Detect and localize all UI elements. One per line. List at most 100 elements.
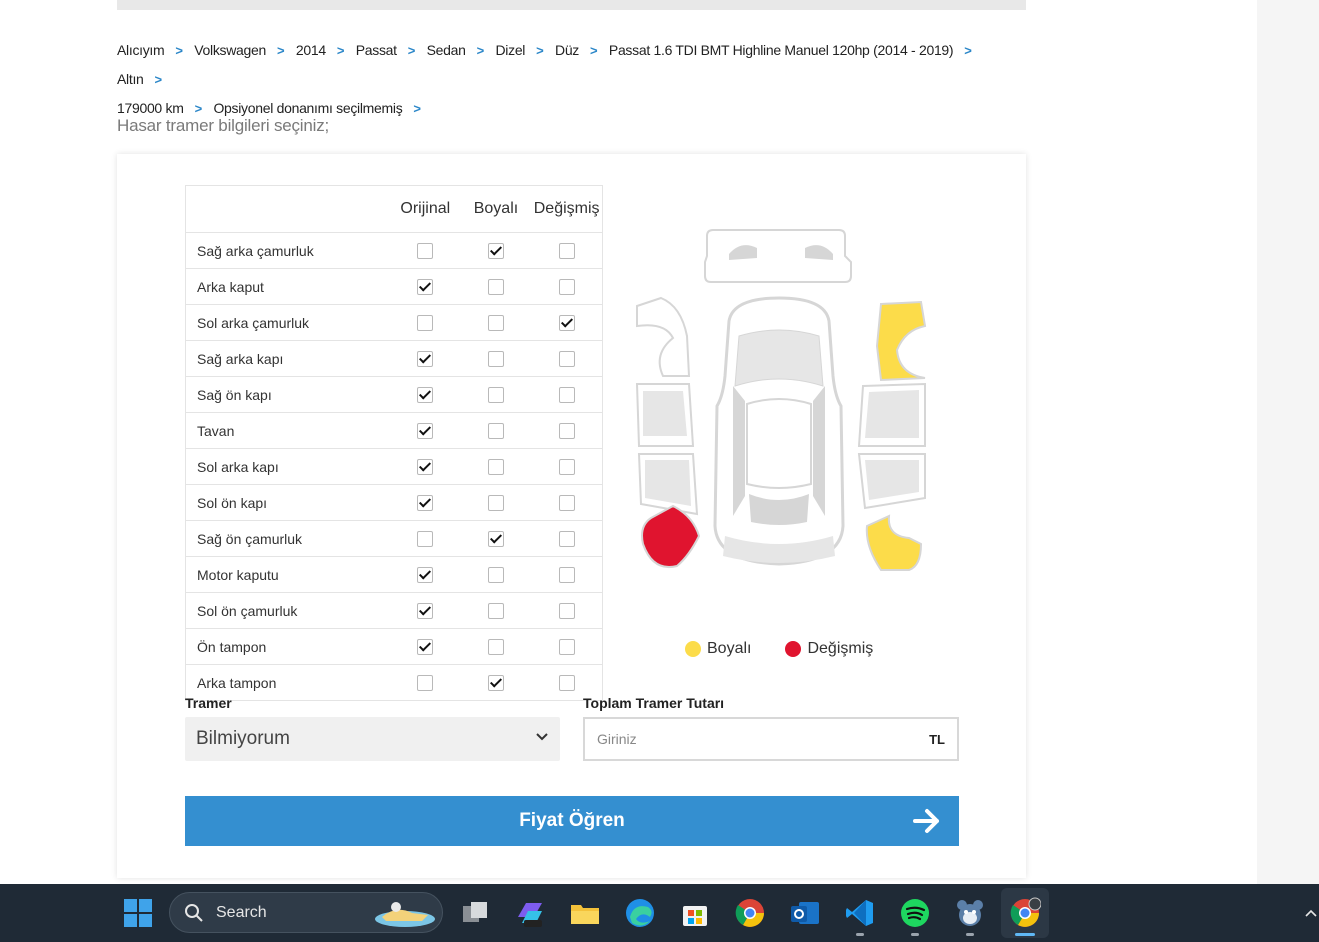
active-indicator: [1015, 933, 1035, 936]
task-view-icon[interactable]: [459, 897, 491, 929]
checkbox[interactable]: [417, 531, 434, 548]
checkbox-cell: [460, 520, 532, 557]
breadcrumb-item[interactable]: Sedan >: [427, 36, 485, 65]
checkbox-cell: [531, 592, 603, 629]
checkbox[interactable]: [487, 567, 504, 584]
part-label: Sağ arka kapı: [185, 340, 390, 377]
total-amount-placeholder: Giriniz: [597, 731, 637, 747]
checkbox[interactable]: [558, 603, 575, 620]
table-row: Sağ ön çamurluk: [185, 520, 603, 557]
checkbox[interactable]: [558, 459, 575, 476]
windows-start-icon[interactable]: [122, 897, 154, 929]
checkbox[interactable]: [487, 243, 504, 260]
breadcrumb-item[interactable]: Volkswagen >: [194, 36, 284, 65]
checkbox-cell: [531, 484, 603, 521]
checkbox[interactable]: [558, 531, 575, 548]
checkbox[interactable]: [417, 675, 434, 692]
spotify-icon[interactable]: [899, 897, 931, 929]
diagram-sag-on-camurluk: [865, 514, 923, 571]
file-explorer-icon[interactable]: [569, 897, 601, 929]
table-row: Tavan: [185, 412, 603, 449]
taskbar-search[interactable]: Search: [169, 892, 443, 933]
checkbox[interactable]: [558, 243, 575, 260]
checkbox[interactable]: [558, 387, 575, 404]
checkbox[interactable]: [558, 279, 575, 296]
get-price-label: Fiyat Öğren: [519, 810, 625, 831]
checkbox[interactable]: [558, 495, 575, 512]
mascot-app-icon[interactable]: [954, 897, 986, 929]
checkbox[interactable]: [417, 567, 434, 584]
checkbox-cell: [389, 664, 461, 701]
checkbox[interactable]: [487, 675, 504, 692]
checkbox[interactable]: [417, 603, 434, 620]
checkbox-cell: [531, 412, 603, 449]
running-indicator: [966, 933, 974, 936]
breadcrumb-item[interactable]: Passat >: [356, 36, 416, 65]
checkbox[interactable]: [487, 315, 504, 332]
checkbox[interactable]: [487, 423, 504, 440]
tramer-select[interactable]: Bilmiyorum: [185, 717, 560, 761]
checkbox-cell: [460, 484, 532, 521]
total-amount-input[interactable]: Giriniz TL: [583, 717, 959, 761]
part-label: Sol arka kapı: [185, 448, 390, 485]
outlook-icon[interactable]: [789, 897, 821, 929]
chrome-profile-icon[interactable]: [1009, 897, 1041, 929]
checkbox-cell: [531, 376, 603, 413]
breadcrumb-item[interactable]: 2014 >: [296, 36, 345, 65]
checkbox-cell: [460, 304, 532, 341]
checkbox[interactable]: [487, 351, 504, 368]
checkbox[interactable]: [558, 567, 575, 584]
checkbox[interactable]: [417, 279, 434, 296]
store-icon[interactable]: [679, 897, 711, 929]
checkbox[interactable]: [417, 315, 434, 332]
checkbox[interactable]: [558, 351, 575, 368]
diagram-legend: Boyalı Değişmiş: [685, 640, 873, 658]
chevron-up-icon[interactable]: [1305, 908, 1317, 918]
breadcrumb-item[interactable]: Alıcıyım >: [117, 36, 183, 65]
checkbox-cell: [389, 628, 461, 665]
checkbox[interactable]: [417, 351, 434, 368]
checkbox-cell: [531, 556, 603, 593]
checkbox[interactable]: [487, 279, 504, 296]
checkbox-cell: [389, 556, 461, 593]
checkbox-cell: [531, 448, 603, 485]
diagram-sol-arka-camurluk: [636, 296, 691, 377]
checkbox[interactable]: [487, 459, 504, 476]
checkbox[interactable]: [558, 675, 575, 692]
checkbox[interactable]: [487, 639, 504, 656]
checkbox-cell: [460, 664, 532, 701]
breadcrumb-item[interactable]: Dizel >: [496, 36, 544, 65]
checkbox[interactable]: [558, 423, 575, 440]
parts-table: Orijinal Boyalı Değişmiş Sağ arka çamurl…: [185, 185, 603, 701]
breadcrumb-item[interactable]: Passat 1.6 TDI BMT Highline Manuel 120hp…: [609, 36, 972, 65]
total-label: Toplam Tramer Tutarı: [583, 695, 725, 711]
checkbox[interactable]: [417, 387, 434, 404]
breadcrumb-item[interactable]: Düz >: [555, 36, 598, 65]
edge-icon[interactable]: [624, 897, 656, 929]
painted-dot-icon: [685, 641, 701, 657]
search-label: Search: [216, 904, 267, 921]
vscode-icon[interactable]: [844, 897, 876, 929]
checkbox[interactable]: [417, 639, 434, 656]
checkbox[interactable]: [417, 459, 434, 476]
header-original: Orijinal: [400, 200, 451, 217]
checkbox[interactable]: [417, 243, 434, 260]
checkbox-cell: [460, 556, 532, 593]
checkbox[interactable]: [417, 495, 434, 512]
car-damage-diagram: [635, 229, 927, 571]
chrome-icon[interactable]: [734, 897, 766, 929]
checkbox[interactable]: [558, 315, 575, 332]
checkbox[interactable]: [487, 603, 504, 620]
checkbox[interactable]: [558, 639, 575, 656]
checkbox-cell: [389, 268, 461, 305]
breadcrumb-item[interactable]: Altın >: [117, 65, 162, 94]
table-row: Sol arka çamurluk: [185, 304, 603, 341]
m365-icon[interactable]: [514, 897, 546, 929]
part-label: Sağ ön çamurluk: [185, 520, 390, 557]
get-price-button[interactable]: Fiyat Öğren: [185, 796, 959, 846]
checkbox[interactable]: [487, 495, 504, 512]
checkbox[interactable]: [417, 423, 434, 440]
checkbox-cell: [531, 628, 603, 665]
checkbox[interactable]: [487, 387, 504, 404]
checkbox[interactable]: [487, 531, 504, 548]
